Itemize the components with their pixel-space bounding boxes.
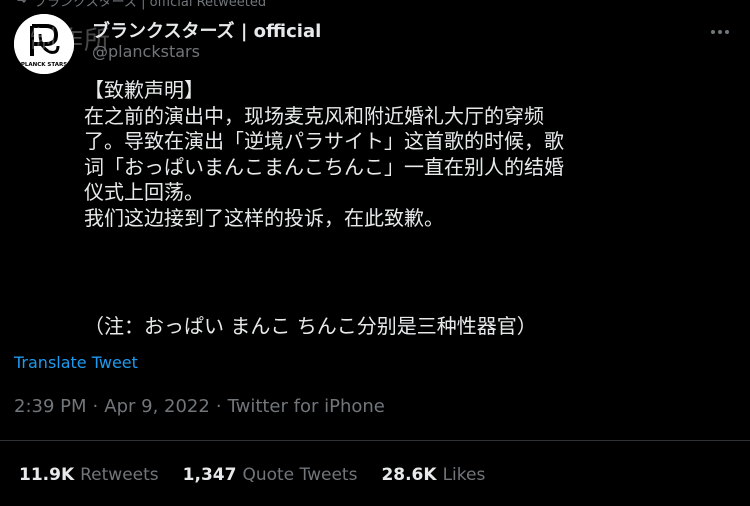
stat-likes[interactable]: 28.6K Likes [381,465,485,485]
tweet-line: 仪式上回荡。 [84,180,204,204]
author-handle[interactable]: @planckstars [92,42,200,61]
more-dot-icon [725,30,729,34]
tweet-note: （注：おっぱい まんこ ちんこ分别是三种性器官） [84,314,537,338]
stat-count: 28.6K [381,465,437,485]
retweet-icon [14,0,28,9]
tweet-line: 在之前的演出中，现场麦克风和附近婚礼大厅的穿频 [84,103,544,128]
stat-label: Quote Tweets [242,465,358,485]
svg-text:PLANCK STARS: PLANCK STARS [21,62,67,68]
retweet-banner[interactable]: ブランクスターズ | official Retweeted [14,0,267,10]
stat-count: 1,347 [182,465,237,485]
meta-separator: · [215,396,222,417]
more-dot-icon [718,30,722,34]
tweet-stats: 11.9K Retweets 1,347 Quote Tweets 28.6K … [19,465,485,485]
tweet-body: 【致歉声明】 在之前的演出中，现场麦克风和附近婚礼大厅的穿频 了。导致在演出「逆… [84,78,644,231]
tweet-line: 我们这边接到了这样的投诉，在此致歉。 [84,205,444,230]
tweet-title: 【致歉声明】 [84,78,204,102]
tweet-meta: 2:39 PM · Apr 9, 2022 · Twitter for iPho… [14,396,385,417]
retweet-banner-text: ブランクスターズ | official Retweeted [34,0,267,10]
more-dot-icon [711,30,715,34]
meta-separator: · [92,396,99,417]
divider [0,440,750,441]
stat-retweets[interactable]: 11.9K Retweets [19,465,159,485]
stat-label: Retweets [80,465,159,485]
tweet-source: Twitter for iPhone [227,396,385,417]
translate-tweet-link[interactable]: Translate Tweet [14,353,138,372]
stat-quote-tweets[interactable]: 1,347 Quote Tweets [183,465,358,485]
stat-label: Likes [442,465,486,485]
tweet-line: 了。导致在演出「逆境パラサイト」这首歌的时候，歌 [84,129,564,153]
planck-stars-logo-icon: PLANCK STARS [14,14,74,74]
avatar[interactable]: PLANCK STARS [14,14,74,74]
tweet-date[interactable]: Apr 9, 2022 [104,396,210,417]
author-name-row[interactable]: ブランクスターズ | official [92,17,321,43]
author-display-name[interactable]: ブランクスターズ | official [92,17,321,43]
tweet-line: 词「おっぱいまんこまんこちんこ」一直在别人的结婚 [84,154,564,179]
stat-count: 11.9K [19,465,75,485]
tweet-time[interactable]: 2:39 PM [14,396,87,417]
more-options-button[interactable] [708,24,732,40]
